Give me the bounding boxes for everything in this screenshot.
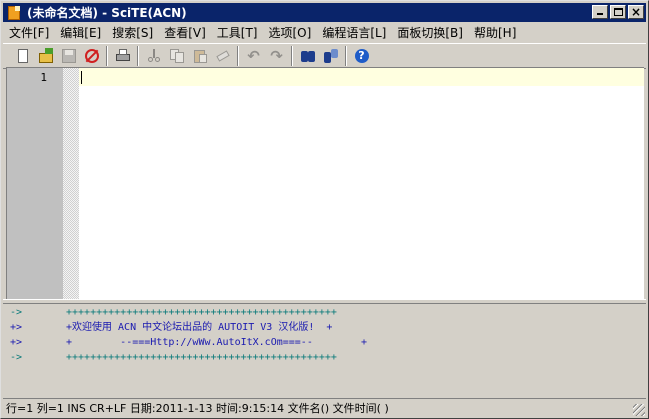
close-icon: × (630, 5, 642, 19)
window-title: (未命名文档) - SciTE(ACN) (27, 6, 187, 20)
line-number-gutter: 1 (7, 68, 63, 299)
copy-icon (169, 48, 185, 64)
status-bar: 行=1 列=1 INS CR+LF 日期:2011-1-13 时间:9:15:1… (3, 398, 646, 417)
scite-window: (未命名文档) - SciTE(ACN) × 文件[F] 编辑[E] 搜索[S]… (0, 0, 649, 419)
line-number: 1 (40, 71, 47, 84)
minimize-button[interactable] (592, 5, 608, 19)
output-line: +> +欢迎使用 ACN 中文论坛出品的 AUTOIT V3 汉化版! + (10, 322, 333, 333)
paste-icon (192, 48, 208, 64)
save-button[interactable] (57, 45, 80, 67)
text-caret (81, 71, 82, 84)
replace-button[interactable] (319, 45, 342, 67)
find-icon (300, 48, 316, 64)
menu-help[interactable]: 帮助[H] (468, 24, 521, 42)
title-bar[interactable]: (未命名文档) - SciTE(ACN) × (3, 3, 646, 22)
menu-language[interactable]: 编程语言[L] (316, 24, 391, 42)
close-file-icon (84, 48, 100, 64)
resize-grip-icon[interactable] (633, 404, 645, 416)
open-file-button[interactable] (34, 45, 57, 67)
cut-icon (146, 48, 162, 64)
cut-button[interactable] (142, 45, 165, 67)
find-button[interactable] (296, 45, 319, 67)
redo-icon: ↷ (270, 47, 283, 65)
current-line-highlight (79, 68, 644, 86)
open-file-icon (38, 48, 54, 64)
output-line: -> ++++++++++++++++++++++++++++++++++++++… (10, 352, 337, 363)
undo-button[interactable]: ↶ (242, 45, 265, 67)
copy-button[interactable] (165, 45, 188, 67)
redo-button[interactable]: ↷ (265, 45, 288, 67)
paste-button[interactable] (188, 45, 211, 67)
menu-file[interactable]: 文件[F] (3, 24, 54, 42)
toolbar: ↶ ↷ ? (3, 43, 646, 69)
help-button[interactable]: ? (350, 45, 373, 67)
output-line: +> + --===Http://wWw.AutoItX.cOm===-- + (10, 337, 368, 348)
fold-margin[interactable] (63, 68, 79, 299)
toolbar-separator (237, 46, 239, 66)
menu-tools[interactable]: 工具[T] (211, 24, 263, 42)
toolbar-separator (345, 46, 347, 66)
menu-view[interactable]: 查看[V] (158, 24, 211, 42)
toolbar-separator (291, 46, 293, 66)
minimize-icon (597, 13, 603, 15)
menu-edit[interactable]: 编辑[E] (54, 24, 106, 42)
maximize-button[interactable] (610, 5, 626, 19)
toolbar-separator (137, 46, 139, 66)
toolbar-separator (106, 46, 108, 66)
erase-button[interactable] (211, 45, 234, 67)
status-text: 行=1 列=1 INS CR+LF 日期:2011-1-13 时间:9:15:1… (6, 402, 389, 415)
maximize-icon (614, 8, 623, 16)
output-line: -> ++++++++++++++++++++++++++++++++++++++… (10, 307, 337, 318)
new-file-icon (15, 48, 31, 64)
print-button[interactable] (111, 45, 134, 67)
undo-icon: ↶ (247, 47, 260, 65)
menu-search[interactable]: 搜索[S] (106, 24, 158, 42)
close-file-button[interactable] (80, 45, 103, 67)
close-button[interactable]: × (628, 5, 644, 19)
print-icon (115, 48, 131, 64)
scite-app-icon[interactable] (6, 5, 22, 21)
menu-options[interactable]: 选项[O] (263, 24, 317, 42)
output-pane[interactable]: -> ++++++++++++++++++++++++++++++++++++++… (6, 304, 644, 396)
new-file-button[interactable] (11, 45, 34, 67)
replace-icon (323, 48, 339, 64)
erase-icon (215, 48, 231, 64)
menu-bar: 文件[F] 编辑[E] 搜索[S] 查看[V] 工具[T] 选项[O] 编程语言… (3, 23, 646, 42)
help-icon: ? (354, 48, 370, 64)
menu-buffers[interactable]: 面板切换[B] (391, 24, 468, 42)
editor-pane[interactable]: 1 (6, 67, 644, 299)
save-icon (61, 48, 77, 64)
